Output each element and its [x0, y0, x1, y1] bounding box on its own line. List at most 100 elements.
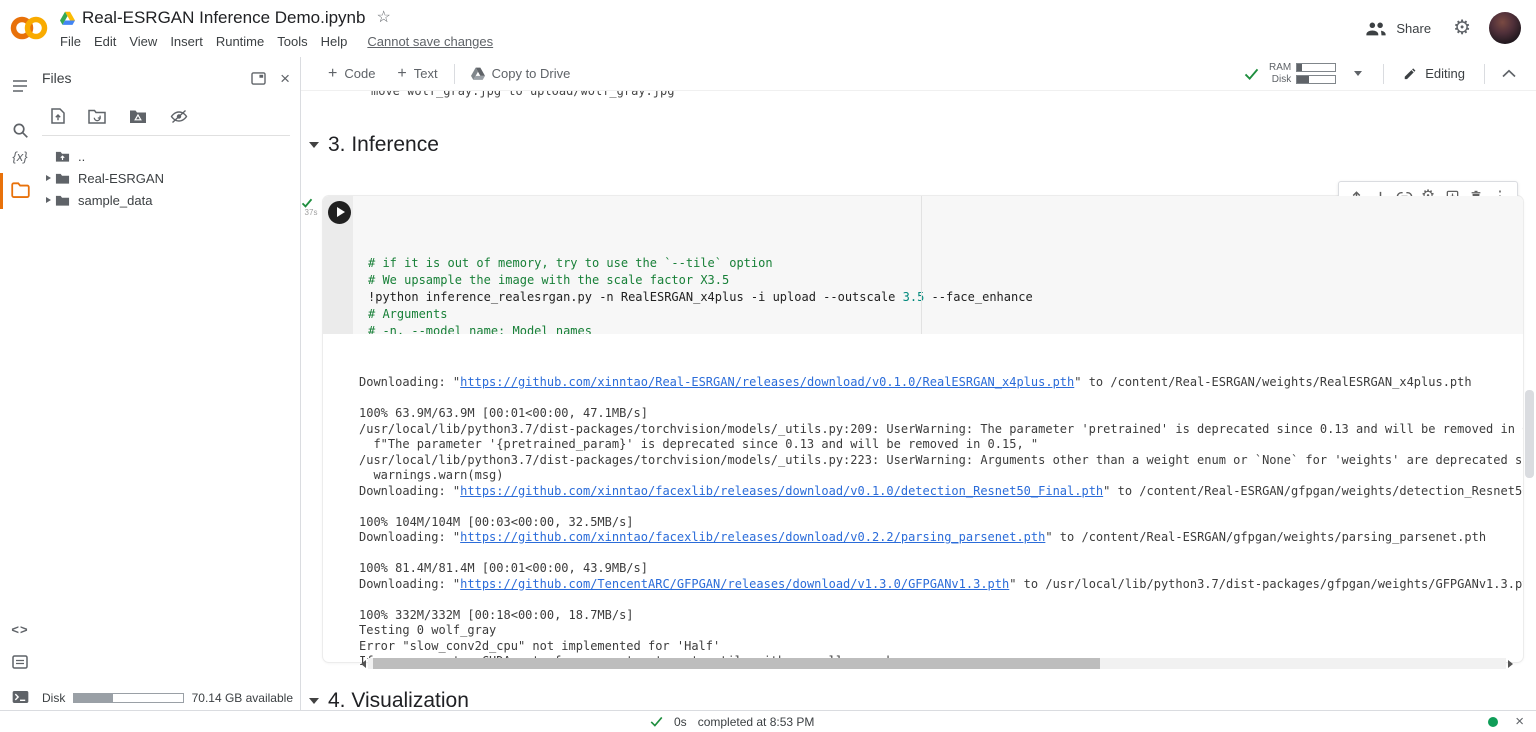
menu-edit[interactable]: Edit — [94, 34, 116, 49]
disk-label: Disk — [1267, 75, 1291, 85]
notebook-title[interactable]: Real-ESRGAN Inference Demo.ipynb — [82, 8, 365, 28]
tree-item-real-esrgan[interactable]: Real-ESRGAN — [40, 167, 300, 189]
editing-mode-button[interactable]: Editing — [1389, 66, 1479, 81]
close-panel-icon[interactable]: × — [280, 70, 290, 87]
cell-gutter — [323, 196, 353, 334]
expand-caret-icon[interactable] — [42, 175, 55, 181]
output-line: Downloading: "https://github.com/Tencent… — [359, 577, 1523, 593]
play-icon — [337, 207, 345, 217]
files-panel-title: Files — [42, 70, 251, 86]
hide-hidden-files-icon[interactable] — [170, 109, 188, 124]
mount-drive-icon[interactable] — [129, 109, 147, 124]
run-cell-button[interactable] — [328, 201, 351, 224]
tree-item-label: .. — [78, 149, 85, 164]
execution-time: 37s — [301, 208, 321, 217]
code-cell: ⚙ ⋮ — [323, 196, 1523, 662]
settings-gear-icon[interactable]: ⚙ — [1453, 18, 1471, 38]
scroll-right-arrow-icon[interactable] — [1508, 660, 1513, 668]
output-link[interactable]: https://github.com/xinntao/facexlib/rele… — [460, 484, 1103, 498]
ram-bar-fill — [1297, 64, 1302, 71]
resources-indicator[interactable]: RAM Disk — [1238, 63, 1378, 85]
collapse-section-icon[interactable] — [309, 142, 319, 148]
menu-file[interactable]: File — [60, 34, 81, 49]
add-text-button[interactable]: + Text — [386, 57, 448, 90]
popout-panel-icon[interactable] — [251, 72, 266, 85]
search-icon[interactable] — [9, 119, 31, 141]
scrollbar-track[interactable] — [368, 658, 1506, 669]
menu-insert[interactable]: Insert — [170, 34, 203, 49]
disk-label: Disk — [42, 691, 65, 705]
output-link[interactable]: https://github.com/xinntao/Real-ESRGAN/r… — [460, 375, 1074, 389]
code-snippets-icon[interactable]: <> — [9, 618, 31, 640]
upload-file-icon[interactable] — [51, 108, 65, 124]
terminal-icon[interactable] — [9, 686, 31, 708]
ram-label: RAM — [1267, 63, 1291, 73]
title-block: Real-ESRGAN Inference Demo.ipynb ☆ File E… — [60, 7, 493, 49]
command-palette-icon[interactable] — [9, 651, 31, 673]
plus-icon: + — [397, 66, 406, 82]
scrollbar-thumb[interactable] — [373, 658, 1100, 669]
output-line: Testing 0 wolf_gray — [359, 623, 1523, 639]
code-line: # -n, --model_name: Model names — [368, 323, 1523, 334]
output-line — [359, 592, 1523, 608]
table-of-contents-icon[interactable] — [9, 75, 31, 97]
connected-dot-indicator — [1488, 717, 1498, 727]
drive-icon — [471, 67, 485, 80]
add-code-button[interactable]: + Code — [317, 57, 386, 90]
menu-help[interactable]: Help — [321, 34, 348, 49]
menu-view[interactable]: View — [129, 34, 157, 49]
output-line — [359, 499, 1523, 515]
cell-output: Downloading: "https://github.com/xinntao… — [323, 334, 1523, 672]
variables-icon[interactable]: {x} — [9, 145, 31, 167]
disk-usage-bar — [73, 693, 183, 703]
output-line: Error "slow_conv2d_cpu" not implemented … — [359, 639, 1523, 655]
share-button[interactable]: Share — [1365, 21, 1431, 36]
output-link[interactable]: https://github.com/TencentARC/GFPGAN/rel… — [460, 577, 1009, 591]
tree-item-sample-data[interactable]: sample_data — [40, 189, 300, 211]
tree-item--[interactable]: .. — [40, 145, 300, 167]
disk-usage: Disk 70.14 GB available — [42, 691, 293, 705]
page-vertical-scrollbar[interactable] — [1525, 390, 1534, 478]
close-status-bar-icon[interactable]: × — [1515, 714, 1524, 729]
pencil-icon — [1403, 67, 1417, 81]
output-line: 100% 104M/104M [00:03<00:00, 32.5MB/s] — [359, 515, 1523, 531]
colab-logo-icon[interactable] — [9, 15, 49, 41]
output-line: Downloading: "https://github.com/xinntao… — [359, 375, 1523, 391]
folder-icon — [55, 172, 71, 185]
files-actions — [40, 95, 300, 135]
files-tab-icon[interactable] — [9, 179, 31, 201]
folder-up-icon — [55, 150, 71, 163]
section-heading-3: 3. Inference — [307, 133, 439, 157]
output-horizontal-scrollbar[interactable] — [361, 658, 1513, 669]
user-avatar[interactable] — [1489, 12, 1521, 44]
chevron-up-icon[interactable] — [1490, 69, 1528, 78]
divider — [454, 64, 455, 84]
code-line: # if it is out of memory, try to use the… — [368, 255, 1523, 272]
execution-status-bar: 0s completed at 8:53 PM × — [0, 710, 1536, 732]
files-panel: Files × — [40, 57, 301, 710]
menu-items: File Edit View Insert Runtime Tools Help — [60, 34, 360, 49]
star-icon[interactable]: ☆ — [376, 10, 390, 26]
folder-icon — [55, 194, 71, 207]
code-lines: # if it is out of memory, try to use the… — [368, 255, 1523, 334]
column-ruler — [921, 196, 922, 334]
expand-caret-icon[interactable] — [42, 197, 55, 203]
menu-runtime[interactable]: Runtime — [216, 34, 264, 49]
code-editor[interactable]: # if it is out of memory, try to use the… — [353, 196, 1523, 334]
divider — [1383, 64, 1384, 84]
menu-tools[interactable]: Tools — [277, 34, 307, 49]
output-line: 100% 81.4M/81.4M [00:01<00:00, 43.9MB/s] — [359, 561, 1523, 577]
output-link[interactable]: https://github.com/xinntao/facexlib/rele… — [460, 530, 1045, 544]
save-status-link[interactable]: Cannot save changes — [367, 34, 493, 49]
output-line: 100% 63.9M/63.9M [00:01<00:00, 47.1MB/s] — [359, 406, 1523, 422]
collapse-section-icon[interactable] — [309, 698, 319, 704]
scroll-left-arrow-icon[interactable] — [361, 660, 366, 668]
output-line: 100% 332M/332M [00:18<00:00, 18.7MB/s] — [359, 608, 1523, 624]
refresh-folder-icon[interactable] — [88, 109, 106, 124]
output-line: /usr/local/lib/python3.7/dist-packages/t… — [359, 453, 1523, 469]
section-title: 3. Inference — [328, 133, 439, 157]
copy-to-drive-button[interactable]: Copy to Drive — [460, 57, 582, 90]
chevron-down-icon[interactable] — [1354, 71, 1362, 76]
notebook-content: move wolf_gray.jpg to upload/wolf_gray.j… — [301, 57, 1536, 710]
menu-bar: File Edit View Insert Runtime Tools Help Canno… — [60, 34, 493, 49]
